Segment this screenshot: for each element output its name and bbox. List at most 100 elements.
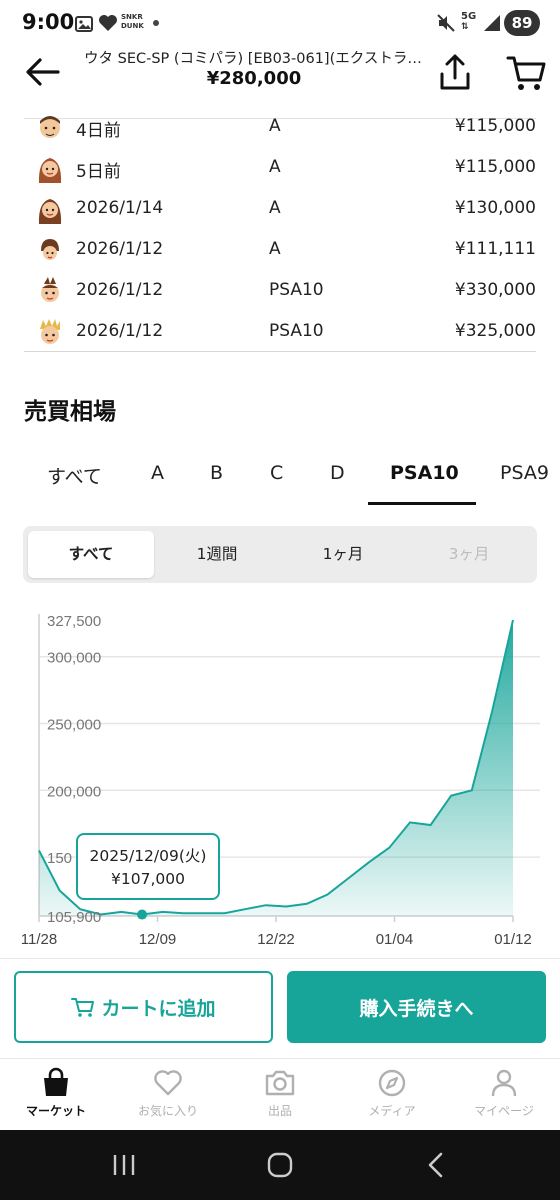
history-grade: PSA10 bbox=[269, 321, 324, 341]
history-price: ¥325,000 bbox=[454, 321, 536, 341]
nav-favorites[interactable]: お気に入り bbox=[112, 1067, 224, 1127]
history-date: 2026/1/12 bbox=[76, 239, 164, 259]
nav-mypage[interactable]: マイページ bbox=[448, 1067, 560, 1127]
app-header: ウタ SEC-SP (コミパラ) [EB03-061](エクストラブースター O… bbox=[0, 40, 560, 104]
history-price: ¥330,000 bbox=[454, 280, 536, 300]
user-avatar-icon bbox=[41, 239, 59, 260]
y-tick-label: 300,000 bbox=[47, 650, 101, 667]
history-grade: PSA10 bbox=[269, 280, 324, 300]
history-date: 2026/1/12 bbox=[76, 321, 164, 341]
app-badge-line1: SNKR bbox=[121, 13, 143, 21]
nav-media[interactable]: メディア bbox=[336, 1067, 448, 1127]
x-tick-label: 01/04 bbox=[376, 931, 414, 948]
tab-grade-b[interactable]: B bbox=[210, 462, 223, 484]
status-time: 9:00 bbox=[22, 10, 75, 34]
user-avatar-icon bbox=[40, 319, 60, 344]
camera-icon bbox=[265, 1070, 295, 1096]
more-notifications-dot bbox=[153, 20, 159, 26]
history-row: 5日前 A ¥115,000 bbox=[24, 149, 536, 190]
selected-point-marker bbox=[137, 909, 148, 920]
active-tab-indicator bbox=[368, 502, 476, 505]
user-avatar-icon bbox=[41, 277, 59, 302]
nav-market[interactable]: マーケット bbox=[0, 1067, 112, 1127]
recent-apps-icon[interactable] bbox=[110, 1152, 138, 1178]
x-tick-label: 11/28 bbox=[21, 931, 57, 948]
user-avatar-icon bbox=[38, 158, 62, 183]
user-avatar-icon bbox=[40, 116, 60, 138]
period-1month[interactable]: 1ヶ月 bbox=[280, 531, 406, 578]
chart-tooltip: 2025/12/09(火) ¥107,000 bbox=[76, 833, 220, 900]
x-tick-label: 12/09 bbox=[139, 931, 177, 948]
add-to-cart-label: カートに追加 bbox=[101, 997, 216, 1020]
nav-mypage-label: マイページ bbox=[474, 1104, 534, 1118]
cart-icon[interactable] bbox=[506, 54, 546, 92]
tooltip-price: ¥107,000 bbox=[111, 870, 185, 888]
history-date: 5日前 bbox=[76, 162, 121, 182]
share-icon[interactable] bbox=[436, 52, 474, 92]
tab-grade-d[interactable]: D bbox=[330, 462, 345, 484]
back-icon[interactable] bbox=[424, 1151, 448, 1179]
heart-notification-icon bbox=[99, 15, 117, 31]
purchase-label: 購入手続きへ bbox=[359, 997, 474, 1020]
product-price: ¥280,000 bbox=[206, 68, 302, 89]
history-grade: A bbox=[269, 157, 281, 177]
nav-media-label: メディア bbox=[368, 1104, 416, 1118]
nav-sell-label: 出品 bbox=[267, 1104, 292, 1118]
y-tick-label: 327,500 bbox=[47, 613, 101, 630]
network-indicator: 5G ⇅ bbox=[461, 11, 477, 33]
tab-grade-psa10[interactable]: PSA10 bbox=[390, 462, 459, 484]
history-date: 4日前 bbox=[76, 121, 121, 141]
x-tick-label: 01/12 bbox=[494, 931, 532, 948]
history-row: 2026/1/12 A ¥111,111 bbox=[24, 231, 536, 272]
grade-tab-bar: すべて A B C D PSA10 PSA9 bbox=[0, 452, 560, 505]
tab-grade-psa9[interactable]: PSA9 bbox=[500, 462, 549, 484]
history-date: 2026/1/12 bbox=[76, 280, 164, 300]
market-price-title: 売買相場 bbox=[24, 399, 116, 425]
photo-notification-icon bbox=[75, 16, 93, 32]
compass-icon bbox=[378, 1069, 406, 1097]
period-3months[interactable]: 3ヶ月 bbox=[406, 531, 532, 578]
tab-grade-a[interactable]: A bbox=[151, 462, 164, 484]
user-avatar-icon bbox=[38, 199, 62, 224]
nav-sell[interactable]: 出品 bbox=[224, 1067, 336, 1127]
period-1week[interactable]: 1週間 bbox=[154, 531, 280, 578]
home-icon[interactable] bbox=[266, 1151, 294, 1179]
bottom-navigation: マーケット お気に入り 出品 メディア マイページ bbox=[0, 1058, 560, 1130]
network-type: 5G bbox=[461, 11, 477, 22]
history-row: 2026/1/12 PSA10 ¥330,000 bbox=[24, 272, 536, 313]
history-price: ¥115,000 bbox=[454, 157, 536, 177]
purchase-button[interactable]: 購入手続きへ bbox=[287, 971, 546, 1043]
back-arrow-icon[interactable] bbox=[22, 54, 62, 90]
history-price: ¥130,000 bbox=[454, 198, 536, 218]
y-tick-label: 105,900 bbox=[47, 909, 101, 926]
history-grade: A bbox=[269, 239, 281, 259]
mute-icon bbox=[437, 14, 455, 32]
shopping-bag-icon bbox=[44, 1067, 68, 1096]
user-icon bbox=[491, 1069, 517, 1097]
price-chart[interactable]: 327,500 300,000 250,000 200,000 150 105,900 11… bbox=[0, 600, 560, 950]
nav-market-label: マーケット bbox=[25, 1104, 86, 1118]
history-row: 2026/1/12 PSA10 ¥325,000 bbox=[24, 313, 536, 351]
period-all[interactable]: すべて bbox=[28, 531, 154, 578]
history-date: 2026/1/14 bbox=[76, 198, 164, 218]
tab-grade-all[interactable]: すべて bbox=[47, 462, 102, 489]
tooltip-date: 2025/12/09(火) bbox=[89, 847, 207, 865]
product-title: ウタ SEC-SP (コミパラ) [EB03-061](エクストラブースター O… bbox=[84, 51, 424, 67]
y-tick-label: 150 bbox=[47, 850, 72, 867]
history-grade: A bbox=[269, 198, 281, 218]
add-to-cart-button[interactable]: カートに追加 bbox=[14, 971, 273, 1043]
action-bar: カートに追加 購入手続きへ bbox=[0, 958, 560, 1058]
tab-grade-c[interactable]: C bbox=[270, 462, 283, 484]
system-navigation-bar bbox=[0, 1130, 560, 1200]
y-tick-label: 250,000 bbox=[47, 717, 101, 734]
history-price: ¥115,000 bbox=[454, 116, 536, 136]
history-row: 2026/1/14 A ¥130,000 bbox=[24, 190, 536, 231]
app-notification-icon: SNKR DUNK bbox=[121, 13, 144, 31]
x-tick-label: 12/22 bbox=[257, 931, 295, 948]
battery-indicator: 89 bbox=[504, 10, 540, 36]
history-grade: A bbox=[269, 116, 281, 136]
history-price: ¥111,111 bbox=[454, 239, 536, 259]
nav-favorites-label: お気に入り bbox=[137, 1104, 198, 1118]
app-badge-line2: DUNK bbox=[121, 22, 144, 30]
heart-icon bbox=[154, 1070, 182, 1096]
